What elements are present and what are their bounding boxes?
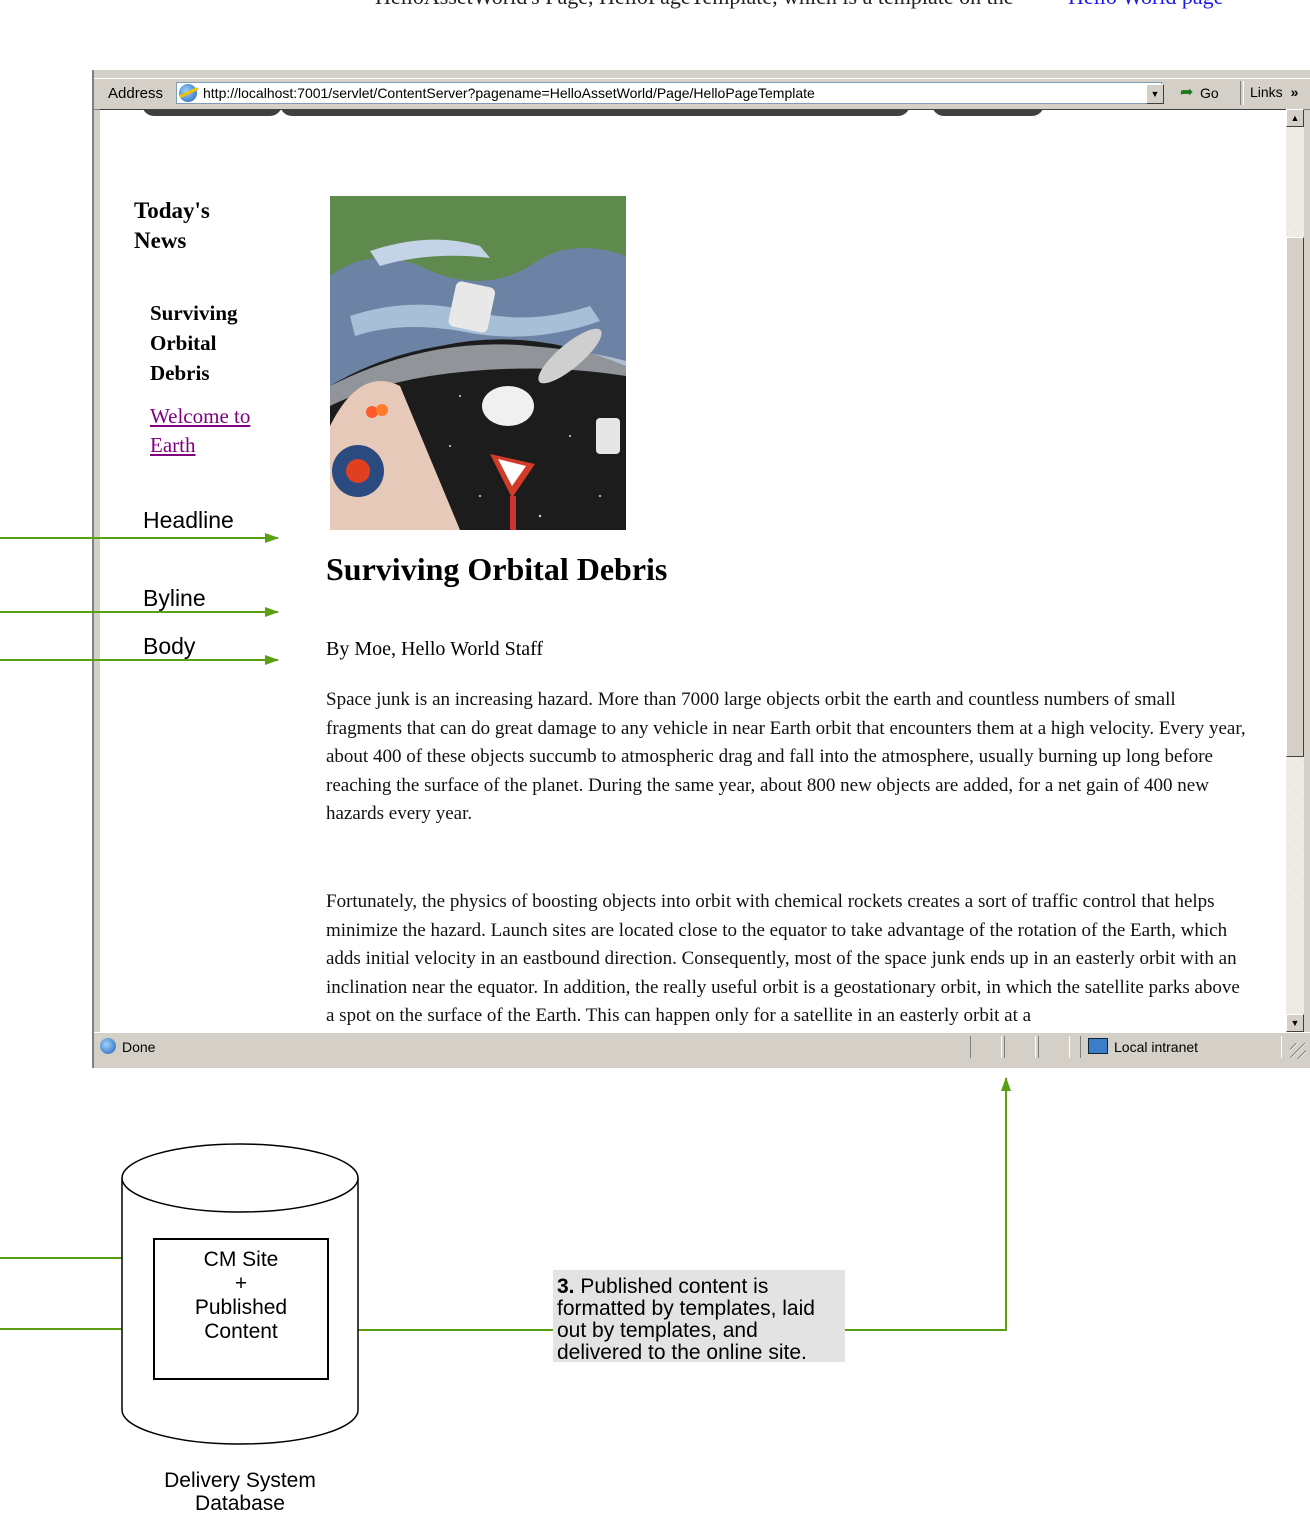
zone-text: Local intranet [1114, 1039, 1199, 1055]
box-line: CM Site [203, 1248, 279, 1271]
status-bar: Done Local intranet [94, 1032, 1310, 1061]
url-input[interactable]: http://localhost:7001/servlet/ContentSer… [176, 82, 1162, 104]
scroll-down-arrow-icon[interactable]: ▼ [1286, 1014, 1304, 1032]
chevron-right-double-icon: » [1290, 84, 1299, 100]
database-caption: Delivery System Database [130, 1469, 350, 1515]
box-line: + [234, 1272, 248, 1295]
caption-text: HelloAssetWorld's Page, HelloPageTemplat… [375, 0, 1014, 10]
sidebar-heading: Today's News [134, 198, 210, 253]
ie-page-icon [179, 84, 197, 102]
scroll-up-arrow-icon[interactable]: ▲ [1286, 109, 1304, 127]
links-label: Links [1250, 84, 1283, 100]
step-note: 3. Published content is formatted by tem… [553, 1270, 845, 1364]
nav-tab[interactable] [142, 110, 282, 116]
url-text: http://localhost:7001/servlet/ContentSer… [203, 85, 815, 101]
article-body-paragraph: Space junk is an increasing hazard. More… [326, 689, 1246, 824]
go-button[interactable]: ➦ Go [1174, 81, 1234, 105]
nav-tab[interactable] [280, 110, 910, 116]
scrollbar-thumb[interactable] [1286, 237, 1304, 757]
go-label: Go [1200, 85, 1219, 101]
dropdown-arrow-icon[interactable]: ▼ [1146, 84, 1164, 104]
vertical-scrollbar[interactable]: ▲ ▼ [1286, 109, 1304, 1032]
caption-line: Database [195, 1492, 285, 1515]
caption-line: Delivery System [164, 1469, 316, 1492]
note-text: Published content is formatted by templa… [557, 1275, 815, 1364]
byline-annotation: Byline [143, 585, 206, 611]
address-label: Address [108, 85, 164, 102]
article-headline: Surviving Orbital Debris [326, 551, 668, 587]
box-line: Published [194, 1296, 288, 1319]
nav-tab[interactable] [932, 110, 1044, 116]
top-caption: HelloAssetWorld's Page, HelloPageTemplat… [0, 0, 1310, 10]
page-viewport: Today's News Surviving Orbital Debris We… [100, 109, 1286, 1033]
go-arrow-icon: ➦ [1180, 84, 1194, 101]
article-byline: By Moe, Hello World Staff [326, 638, 544, 660]
article-image [330, 196, 626, 530]
address-bar: Address http://localhost:7001/servlet/Co… [94, 78, 1310, 110]
sidebar-link-welcome[interactable]: Welcome to Earth [150, 402, 280, 460]
body-annotation: Body [143, 633, 196, 659]
status-segment [1004, 1036, 1036, 1058]
ie-page-icon [100, 1038, 116, 1054]
nav-tabs-strip [100, 110, 1286, 116]
caption-link[interactable]: Hello World page [1068, 0, 1223, 10]
toolbar-separator [1240, 81, 1244, 105]
status-segment [970, 1036, 1002, 1058]
status-text: Done [122, 1039, 156, 1055]
cm-site-box: CM Site + Published Content [153, 1238, 329, 1380]
headline-annotation: Headline [143, 507, 234, 533]
status-segment [1038, 1036, 1070, 1058]
note-number: 3. [557, 1275, 575, 1298]
browser-window: Address http://localhost:7001/servlet/Co… [92, 70, 1310, 1068]
sidebar-current-article: Surviving Orbital Debris [150, 301, 238, 385]
resize-grip-icon[interactable] [1290, 1043, 1306, 1059]
article-body-paragraph: Fortunately, the physics of boosting obj… [326, 891, 1240, 1026]
links-button[interactable]: Links » [1250, 84, 1298, 100]
box-line: Content [204, 1320, 278, 1343]
local-intranet-icon [1088, 1038, 1108, 1054]
